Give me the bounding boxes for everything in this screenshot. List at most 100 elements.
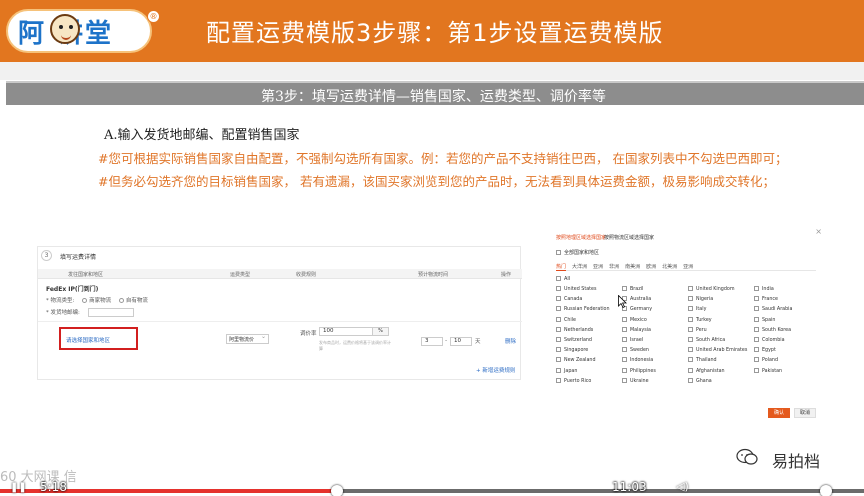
- all-row[interactable]: All: [556, 276, 570, 282]
- checkbox[interactable]: [622, 286, 627, 291]
- checkbox[interactable]: [754, 326, 759, 332]
- checkbox[interactable]: [622, 377, 627, 383]
- checkbox[interactable]: [622, 316, 627, 322]
- country-option[interactable]: Ukraine: [622, 377, 684, 388]
- country-option[interactable]: United Arab Emirates: [688, 347, 750, 357]
- checkbox[interactable]: [622, 347, 627, 353]
- volume-thumb[interactable]: [820, 485, 832, 496]
- checkbox[interactable]: [622, 326, 627, 332]
- checkbox[interactable]: [754, 367, 759, 373]
- country-option[interactable]: Sweden: [622, 347, 684, 357]
- checkbox[interactable]: [754, 337, 759, 342]
- checkbox[interactable]: [556, 347, 561, 353]
- checkbox[interactable]: [688, 357, 693, 363]
- checkbox[interactable]: [556, 296, 561, 302]
- country-option[interactable]: Singapore: [556, 347, 618, 357]
- country-option[interactable]: Poland: [754, 357, 816, 367]
- tab-geographic[interactable]: 按照地理区域选择国家: [556, 234, 606, 241]
- checkbox[interactable]: [754, 296, 759, 302]
- checkbox[interactable]: [688, 296, 693, 302]
- country-option[interactable]: Indonesia: [622, 357, 684, 367]
- country-option[interactable]: New Zealand: [556, 357, 618, 367]
- country-option[interactable]: Australia: [622, 296, 684, 306]
- select-all-row[interactable]: 全部国家和地区: [556, 249, 599, 256]
- country-option[interactable]: Italy: [688, 306, 750, 316]
- cancel-button[interactable]: 取消: [794, 408, 816, 418]
- country-option[interactable]: Spain: [754, 316, 816, 327]
- progress-thumb[interactable]: [330, 485, 343, 496]
- logistics-radio-1[interactable]: [82, 298, 88, 303]
- country-option[interactable]: United States: [556, 286, 618, 296]
- checkbox[interactable]: [622, 337, 627, 342]
- checkbox[interactable]: [754, 306, 759, 312]
- time-from-input[interactable]: 3: [421, 337, 443, 346]
- delete-link[interactable]: 删除: [505, 337, 516, 345]
- volume-icon[interactable]: ◁): [676, 480, 689, 493]
- country-option[interactable]: Germany: [622, 306, 684, 316]
- add-rule-link[interactable]: + 新增运费规则: [476, 366, 515, 374]
- checkbox[interactable]: [688, 367, 693, 373]
- region-tab[interactable]: 南美洲: [625, 263, 640, 270]
- close-icon[interactable]: ×: [815, 227, 822, 236]
- region-tab[interactable]: 欧洲: [646, 263, 656, 270]
- country-option[interactable]: France: [754, 296, 816, 306]
- region-tab[interactable]: 大洋洲: [572, 263, 587, 270]
- country-option[interactable]: Russian Federation: [556, 306, 618, 316]
- checkbox[interactable]: [688, 316, 693, 322]
- country-option[interactable]: Switzerland: [556, 337, 618, 347]
- country-option[interactable]: Egypt: [754, 347, 816, 357]
- checkbox[interactable]: [688, 286, 693, 291]
- checkbox[interactable]: [754, 347, 759, 353]
- checkbox[interactable]: [556, 276, 561, 281]
- country-option[interactable]: India: [754, 286, 816, 296]
- pause-icon[interactable]: ❚❚: [10, 482, 27, 494]
- country-option[interactable]: Philippines: [622, 367, 684, 378]
- country-option[interactable]: Canada: [556, 296, 618, 306]
- progress-track[interactable]: [0, 489, 864, 493]
- checkbox[interactable]: [688, 337, 693, 342]
- checkbox[interactable]: [556, 316, 561, 322]
- logistics-radio-2[interactable]: [118, 298, 124, 303]
- country-option[interactable]: South Korea: [754, 326, 816, 337]
- country-option[interactable]: Puerto Rico: [556, 377, 618, 388]
- country-option[interactable]: Netherlands: [556, 326, 618, 337]
- country-option[interactable]: Peru: [688, 326, 750, 337]
- country-option[interactable]: Saudi Arabia: [754, 306, 816, 316]
- country-option[interactable]: Israel: [622, 337, 684, 347]
- checkbox[interactable]: [556, 377, 561, 383]
- checkbox[interactable]: [688, 377, 693, 383]
- checkbox[interactable]: [754, 316, 759, 322]
- country-option[interactable]: Colombia: [754, 337, 816, 347]
- country-option[interactable]: Afghanistan: [688, 367, 750, 378]
- select-country-link[interactable]: 请选择国家和地区: [66, 336, 110, 344]
- country-option[interactable]: Brazil: [622, 286, 684, 296]
- checkbox[interactable]: [556, 357, 561, 363]
- region-tab[interactable]: 热门: [556, 263, 567, 271]
- region-tab[interactable]: 北美洲: [662, 263, 677, 270]
- country-option[interactable]: South Africa: [688, 337, 750, 347]
- time-to-input[interactable]: 10: [450, 337, 472, 346]
- checkbox[interactable]: [556, 326, 561, 332]
- checkbox[interactable]: [688, 347, 693, 353]
- checkbox[interactable]: [622, 367, 627, 373]
- region-tab[interactable]: 亚洲: [593, 263, 603, 270]
- checkbox[interactable]: [688, 306, 693, 312]
- checkbox[interactable]: [754, 357, 759, 363]
- checkbox[interactable]: [556, 367, 561, 373]
- country-option[interactable]: Chile: [556, 316, 618, 327]
- checkbox[interactable]: [556, 306, 561, 312]
- zip-input[interactable]: [87, 308, 134, 317]
- confirm-button[interactable]: 确认: [768, 408, 790, 418]
- country-option[interactable]: Malaysia: [622, 326, 684, 337]
- freight-type-select[interactable]: 阿里物流价: [226, 333, 269, 344]
- country-option[interactable]: Nigeria: [688, 296, 750, 306]
- country-option[interactable]: United Kingdom: [688, 286, 750, 296]
- checkbox[interactable]: [556, 250, 561, 255]
- country-option[interactable]: Turkey: [688, 316, 750, 327]
- region-tab[interactable]: 非洲: [609, 263, 619, 270]
- checkbox[interactable]: [556, 286, 561, 291]
- country-option[interactable]: Pakistan: [754, 367, 816, 378]
- checkbox[interactable]: [754, 286, 759, 291]
- region-tab[interactable]: 亚洲: [683, 263, 693, 270]
- checkbox[interactable]: [556, 337, 561, 342]
